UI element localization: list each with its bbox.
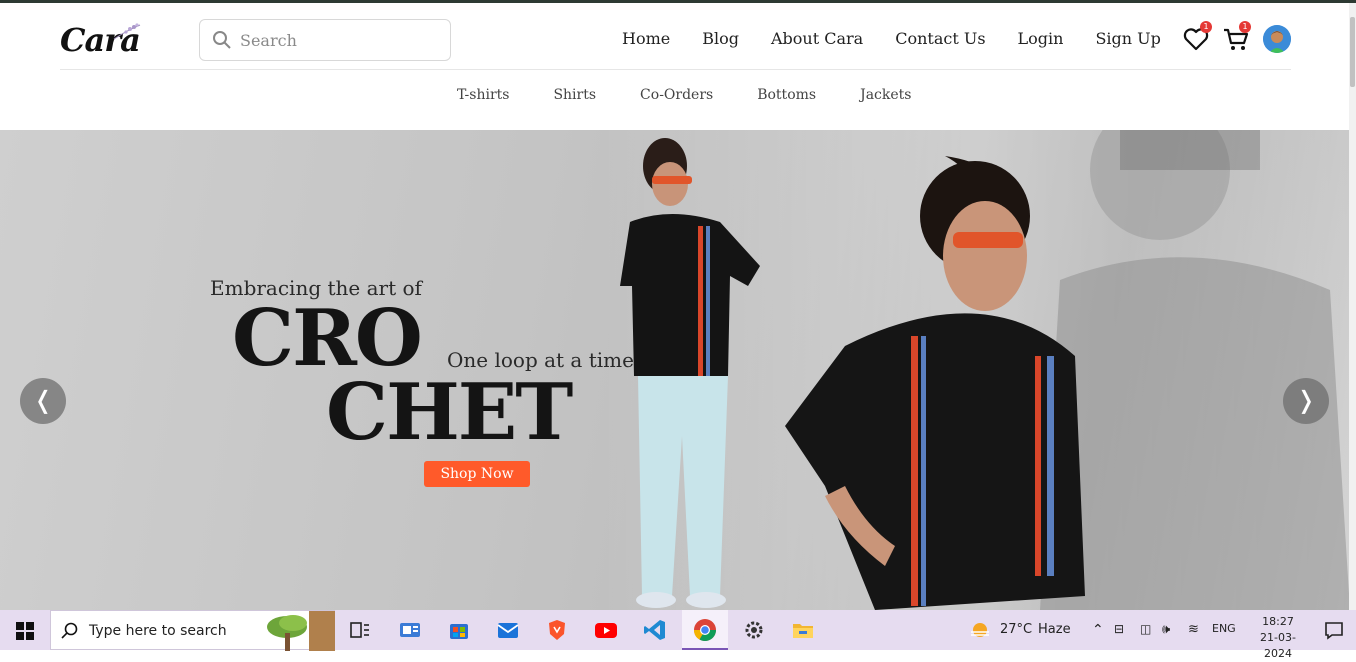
search-box bbox=[199, 19, 451, 61]
file-explorer-icon[interactable] bbox=[791, 618, 815, 642]
header-divider bbox=[60, 69, 1291, 70]
tray-chevron-up-icon[interactable]: ⌃ bbox=[1092, 622, 1104, 638]
nav-contact[interactable]: Contact Us bbox=[895, 29, 985, 48]
chrome-taskbar-active[interactable] bbox=[682, 610, 728, 650]
carousel-prev-button[interactable]: ❬ bbox=[20, 378, 66, 424]
vscode-icon[interactable] bbox=[643, 618, 667, 642]
search-input[interactable] bbox=[240, 28, 440, 52]
taskbar-clock[interactable]: 18:27 21-03-2024 bbox=[1248, 614, 1308, 662]
category-coorders[interactable]: Co-Orders bbox=[640, 87, 713, 103]
microsoft-store-icon[interactable] bbox=[447, 618, 471, 642]
mail-icon[interactable] bbox=[496, 618, 520, 642]
nav-login[interactable]: Login bbox=[1018, 29, 1064, 48]
taskbar-search-icon bbox=[61, 622, 78, 639]
avatar-face-icon bbox=[1263, 25, 1291, 53]
scrollbar-thumb[interactable] bbox=[1350, 17, 1355, 87]
lavender-sprig-icon bbox=[113, 23, 141, 40]
settings-gear-icon[interactable] bbox=[742, 618, 766, 642]
notification-center-icon[interactable] bbox=[1322, 618, 1346, 642]
nav-blog[interactable]: Blog bbox=[702, 29, 739, 48]
clock-time: 18:27 bbox=[1262, 615, 1294, 628]
nav-home[interactable]: Home bbox=[622, 29, 670, 48]
main-nav: Home Blog About Cara Contact Us Login Si… bbox=[622, 29, 1193, 48]
tree-illustration-icon bbox=[267, 611, 335, 651]
clock-date: 21-03-2024 bbox=[1260, 631, 1296, 660]
user-avatar[interactable] bbox=[1263, 25, 1291, 53]
brave-browser-icon[interactable] bbox=[545, 618, 569, 642]
category-nav: T-shirts Shirts Co-Orders Bottoms Jacket… bbox=[457, 87, 955, 103]
cart-badge: 1 bbox=[1239, 21, 1251, 33]
header-icons: 1 1 bbox=[1182, 21, 1297, 57]
carousel-next-button[interactable]: ❭ bbox=[1283, 378, 1329, 424]
nav-about[interactable]: About Cara bbox=[771, 29, 863, 48]
hero-banner: Embracing the art of CRO One loop at a t… bbox=[0, 130, 1349, 610]
volume-icon[interactable]: 🕪 bbox=[1162, 622, 1170, 637]
page-scrollbar[interactable] bbox=[1349, 3, 1356, 610]
windows-taskbar: Type here to search 27°C Haze ⌃ ⊟ ◫ 🕪 ≋ … bbox=[0, 610, 1356, 660]
category-bottoms[interactable]: Bottoms bbox=[757, 87, 816, 103]
weather-temp[interactable]: 27°C bbox=[1000, 622, 1032, 637]
network-status-icon[interactable]: ⊟ bbox=[1114, 622, 1124, 636]
youtube-icon[interactable] bbox=[594, 618, 618, 642]
shop-now-button[interactable]: Shop Now bbox=[424, 461, 530, 487]
weather-desc[interactable]: Haze bbox=[1038, 622, 1071, 637]
hero-closeup-model-image bbox=[785, 156, 1085, 610]
chrome-icon bbox=[694, 619, 716, 641]
taskbar-search[interactable]: Type here to search bbox=[50, 610, 335, 651]
language-indicator[interactable]: ENG bbox=[1212, 622, 1236, 635]
wifi-icon[interactable]: ≋ bbox=[1188, 622, 1199, 637]
windows-start-icon[interactable] bbox=[16, 622, 34, 640]
task-view-icon[interactable] bbox=[348, 618, 372, 642]
search-icon bbox=[213, 31, 231, 49]
category-tshirts[interactable]: T-shirts bbox=[457, 87, 509, 103]
wishlist-badge: 1 bbox=[1200, 21, 1212, 33]
category-jackets[interactable]: Jackets bbox=[860, 87, 911, 103]
taskbar-search-text: Type here to search bbox=[89, 623, 227, 639]
nav-signup[interactable]: Sign Up bbox=[1095, 29, 1160, 48]
news-app-icon[interactable] bbox=[398, 618, 422, 642]
site-header: Cara Home Blog About Cara Contact Us Log… bbox=[0, 3, 1346, 130]
hero-standing-model-image bbox=[620, 138, 760, 608]
hero-headline-line2: CHET bbox=[326, 367, 573, 458]
category-shirts[interactable]: Shirts bbox=[553, 87, 596, 103]
weather-haze-icon bbox=[971, 623, 989, 637]
meet-now-icon[interactable]: ◫ bbox=[1140, 622, 1151, 636]
